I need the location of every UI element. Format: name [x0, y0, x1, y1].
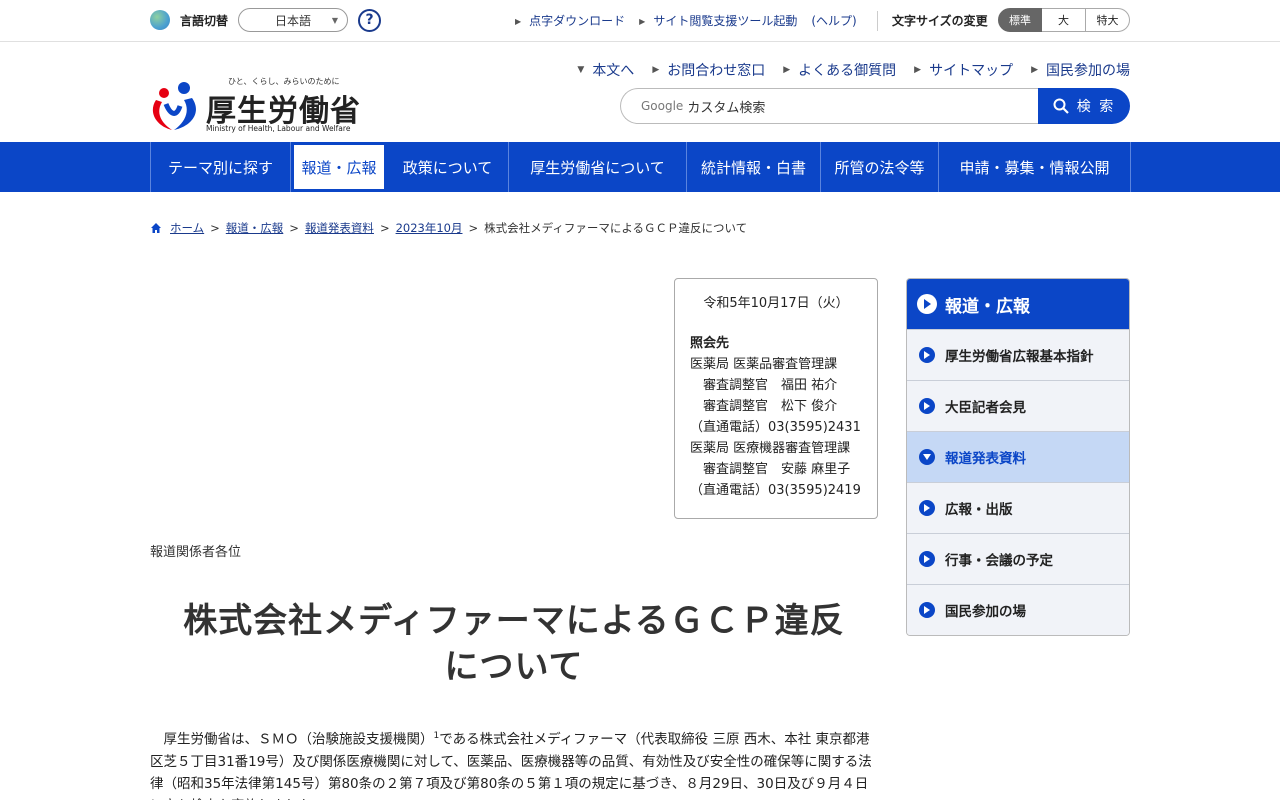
- braille-download-link[interactable]: ▶ 点字ダウンロード: [515, 12, 625, 29]
- breadcrumb-press-releases[interactable]: 報道発表資料: [305, 220, 374, 236]
- arrow-right-icon: ▶: [652, 65, 660, 75]
- utility-links: ▶ 点字ダウンロード ▶ サイト閲覧支援ツール起動 (ヘルプ): [515, 12, 871, 29]
- arrow-right-icon: ▶: [1031, 65, 1038, 75]
- contact-link[interactable]: ▶ お問合わせ窓口: [652, 60, 765, 80]
- gnav-item-statistics[interactable]: 統計情報・白書: [687, 142, 821, 192]
- globe-icon: [150, 10, 170, 30]
- breadcrumb-home[interactable]: ホーム: [170, 220, 204, 236]
- arrow-right-icon: [919, 602, 935, 618]
- search-brand: Google: [641, 99, 684, 113]
- gnav-item-laws[interactable]: 所管の法令等: [821, 142, 939, 192]
- font-size-large-button[interactable]: 大: [1042, 8, 1086, 32]
- font-size-xlarge-button[interactable]: 特大: [1086, 8, 1130, 32]
- side-item-pr-policy[interactable]: 厚生労働省広報基本指針: [907, 329, 1129, 380]
- font-size-standard-button[interactable]: 標準: [998, 8, 1042, 32]
- gnav-item-press[interactable]: 報道・広報: [291, 142, 387, 192]
- divider: [877, 11, 878, 31]
- search-icon: [1053, 98, 1069, 114]
- arrow-right-icon: ▶: [515, 17, 522, 26]
- arrow-right-icon: [917, 294, 937, 314]
- breadcrumb-month[interactable]: 2023年10月: [396, 220, 463, 236]
- search-placeholder: カスタム検索: [687, 100, 766, 116]
- help-link[interactable]: (ヘルプ): [811, 12, 856, 29]
- side-item-press-releases[interactable]: 報道発表資料: [907, 431, 1129, 482]
- language-switcher: 言語切替 日本語 ▼ ?: [150, 8, 382, 32]
- contact-line: 審査調整官 安藤 麻里子: [690, 462, 851, 477]
- contact-line: （直通電話）03(3595)2419: [690, 483, 861, 498]
- arrow-right-icon: ▶: [914, 65, 922, 75]
- skip-to-content-link[interactable]: ▼ 本文へ: [577, 60, 634, 80]
- font-size-label: 文字サイズの変更: [892, 14, 988, 28]
- gnav-item-about[interactable]: 厚生労働省について: [509, 142, 687, 192]
- side-item-public-participation[interactable]: 国民参加の場: [907, 584, 1129, 635]
- contact-heading: 照会先: [690, 336, 730, 351]
- font-size-switcher: 標準 大 特大: [998, 8, 1130, 32]
- contact-line: （直通電話）03(3595)2431: [690, 420, 861, 435]
- arrow-right-icon: [919, 347, 935, 363]
- faq-link[interactable]: ▶ よくある御質問: [783, 60, 896, 80]
- language-select[interactable]: 日本語 ▼: [238, 8, 349, 32]
- search-input[interactable]: Google カスタム検索: [620, 88, 1050, 124]
- language-label: 言語切替: [180, 13, 229, 28]
- arrow-right-icon: [919, 398, 935, 414]
- chevron-down-icon: ▼: [331, 16, 339, 25]
- arrow-right-icon: ▶: [639, 17, 646, 26]
- mhlw-logo-icon: [152, 82, 196, 130]
- breadcrumb-separator: >: [210, 221, 220, 235]
- site-search: Google カスタム検索 検 索: [620, 88, 1130, 124]
- global-nav: テーマ別に探す 報道・広報 政策について 厚生労働省について 統計情報・白書 所…: [0, 142, 1280, 192]
- breadcrumb-separator: >: [468, 221, 479, 235]
- help-icon[interactable]: ?: [358, 8, 382, 32]
- logo-english-name: Ministry of Health, Labour and Welfare: [206, 124, 351, 133]
- breadcrumb: ホーム > 報道・広報 > 報道発表資料 > 2023年10月 > 株式会社メデ…: [150, 220, 747, 236]
- contact-line: 医薬局 医薬品審査管理課: [690, 357, 838, 372]
- body-paragraph: 厚生労働省は、ＳＭＯ（治験施設支援機関）1である株式会社メディファーマ（代表取締…: [150, 731, 872, 800]
- gnav-item-themes[interactable]: テーマ別に探す: [151, 142, 291, 192]
- breadcrumb-current: 株式会社メディファーマによるＧＣＰ違反について: [484, 221, 748, 235]
- arrow-right-icon: [919, 551, 935, 567]
- side-menu-heading[interactable]: 報道・広報: [907, 279, 1129, 329]
- accessibility-tool-link[interactable]: ▶ サイト閲覧支援ツール起動: [639, 12, 797, 29]
- side-item-publications[interactable]: 広報・出版: [907, 482, 1129, 533]
- contact-line: 審査調整官 松下 俊介: [690, 399, 838, 414]
- breadcrumb-separator: >: [289, 221, 299, 235]
- site-header: ひと、くらし、みらいのために 厚生労働省 Ministry of Health,…: [0, 42, 1280, 142]
- utility-bar: 言語切替 日本語 ▼ ? ▶ 点字ダウンロード ▶ サイト閲覧支援ツール起動 (ヘル…: [0, 0, 1280, 42]
- contact-line: 医薬局 医療機器審査管理課: [690, 441, 851, 456]
- arrow-down-icon: [919, 449, 935, 465]
- contact-box: 令和5年10月17日（火） 照会先 医薬局 医薬品審査管理課 審査調整官 福田 …: [674, 278, 878, 519]
- home-icon: [151, 223, 161, 233]
- page-title-line1: 株式会社メディファーマによるＧＣＰ違反: [183, 601, 845, 641]
- breadcrumb-separator: >: [379, 221, 390, 235]
- addressee: 報道関係者各位: [150, 545, 242, 560]
- side-item-events[interactable]: 行事・会議の予定: [907, 533, 1129, 584]
- header-nav: ▼ 本文へ ▶ お問合わせ窓口 ▶ よくある御質問 ▶ サイトマップ ▶ 国民参加の場: [559, 60, 1130, 80]
- language-select-value: 日本語: [275, 13, 312, 28]
- page-title: 株式会社メディファーマによるＧＣＰ違反 について: [150, 598, 878, 690]
- gnav-item-applications[interactable]: 申請・募集・情報公開: [939, 142, 1131, 192]
- contact-line: 審査調整官 福田 祐介: [690, 378, 838, 393]
- arrow-down-icon: ▼: [577, 65, 585, 75]
- side-item-press-conference[interactable]: 大臣記者会見: [907, 380, 1129, 431]
- sitemap-link[interactable]: ▶ サイトマップ: [914, 60, 1013, 80]
- public-participation-link[interactable]: ▶ 国民参加の場: [1031, 60, 1130, 80]
- release-date: 令和5年10月17日（火）: [703, 296, 849, 311]
- breadcrumb-press[interactable]: 報道・広報: [226, 220, 284, 236]
- arrow-right-icon: ▶: [783, 65, 791, 75]
- side-menu: 報道・広報 厚生労働省広報基本指針 大臣記者会見 報道発表資料 広報・出版 行事…: [906, 278, 1130, 636]
- gnav-item-policy[interactable]: 政策について: [387, 142, 509, 192]
- page-title-line2: について: [444, 647, 584, 687]
- search-button[interactable]: 検 索: [1038, 88, 1130, 124]
- site-logo[interactable]: ひと、くらし、みらいのために 厚生労働省 Ministry of Health,…: [150, 76, 360, 136]
- arrow-right-icon: [919, 500, 935, 516]
